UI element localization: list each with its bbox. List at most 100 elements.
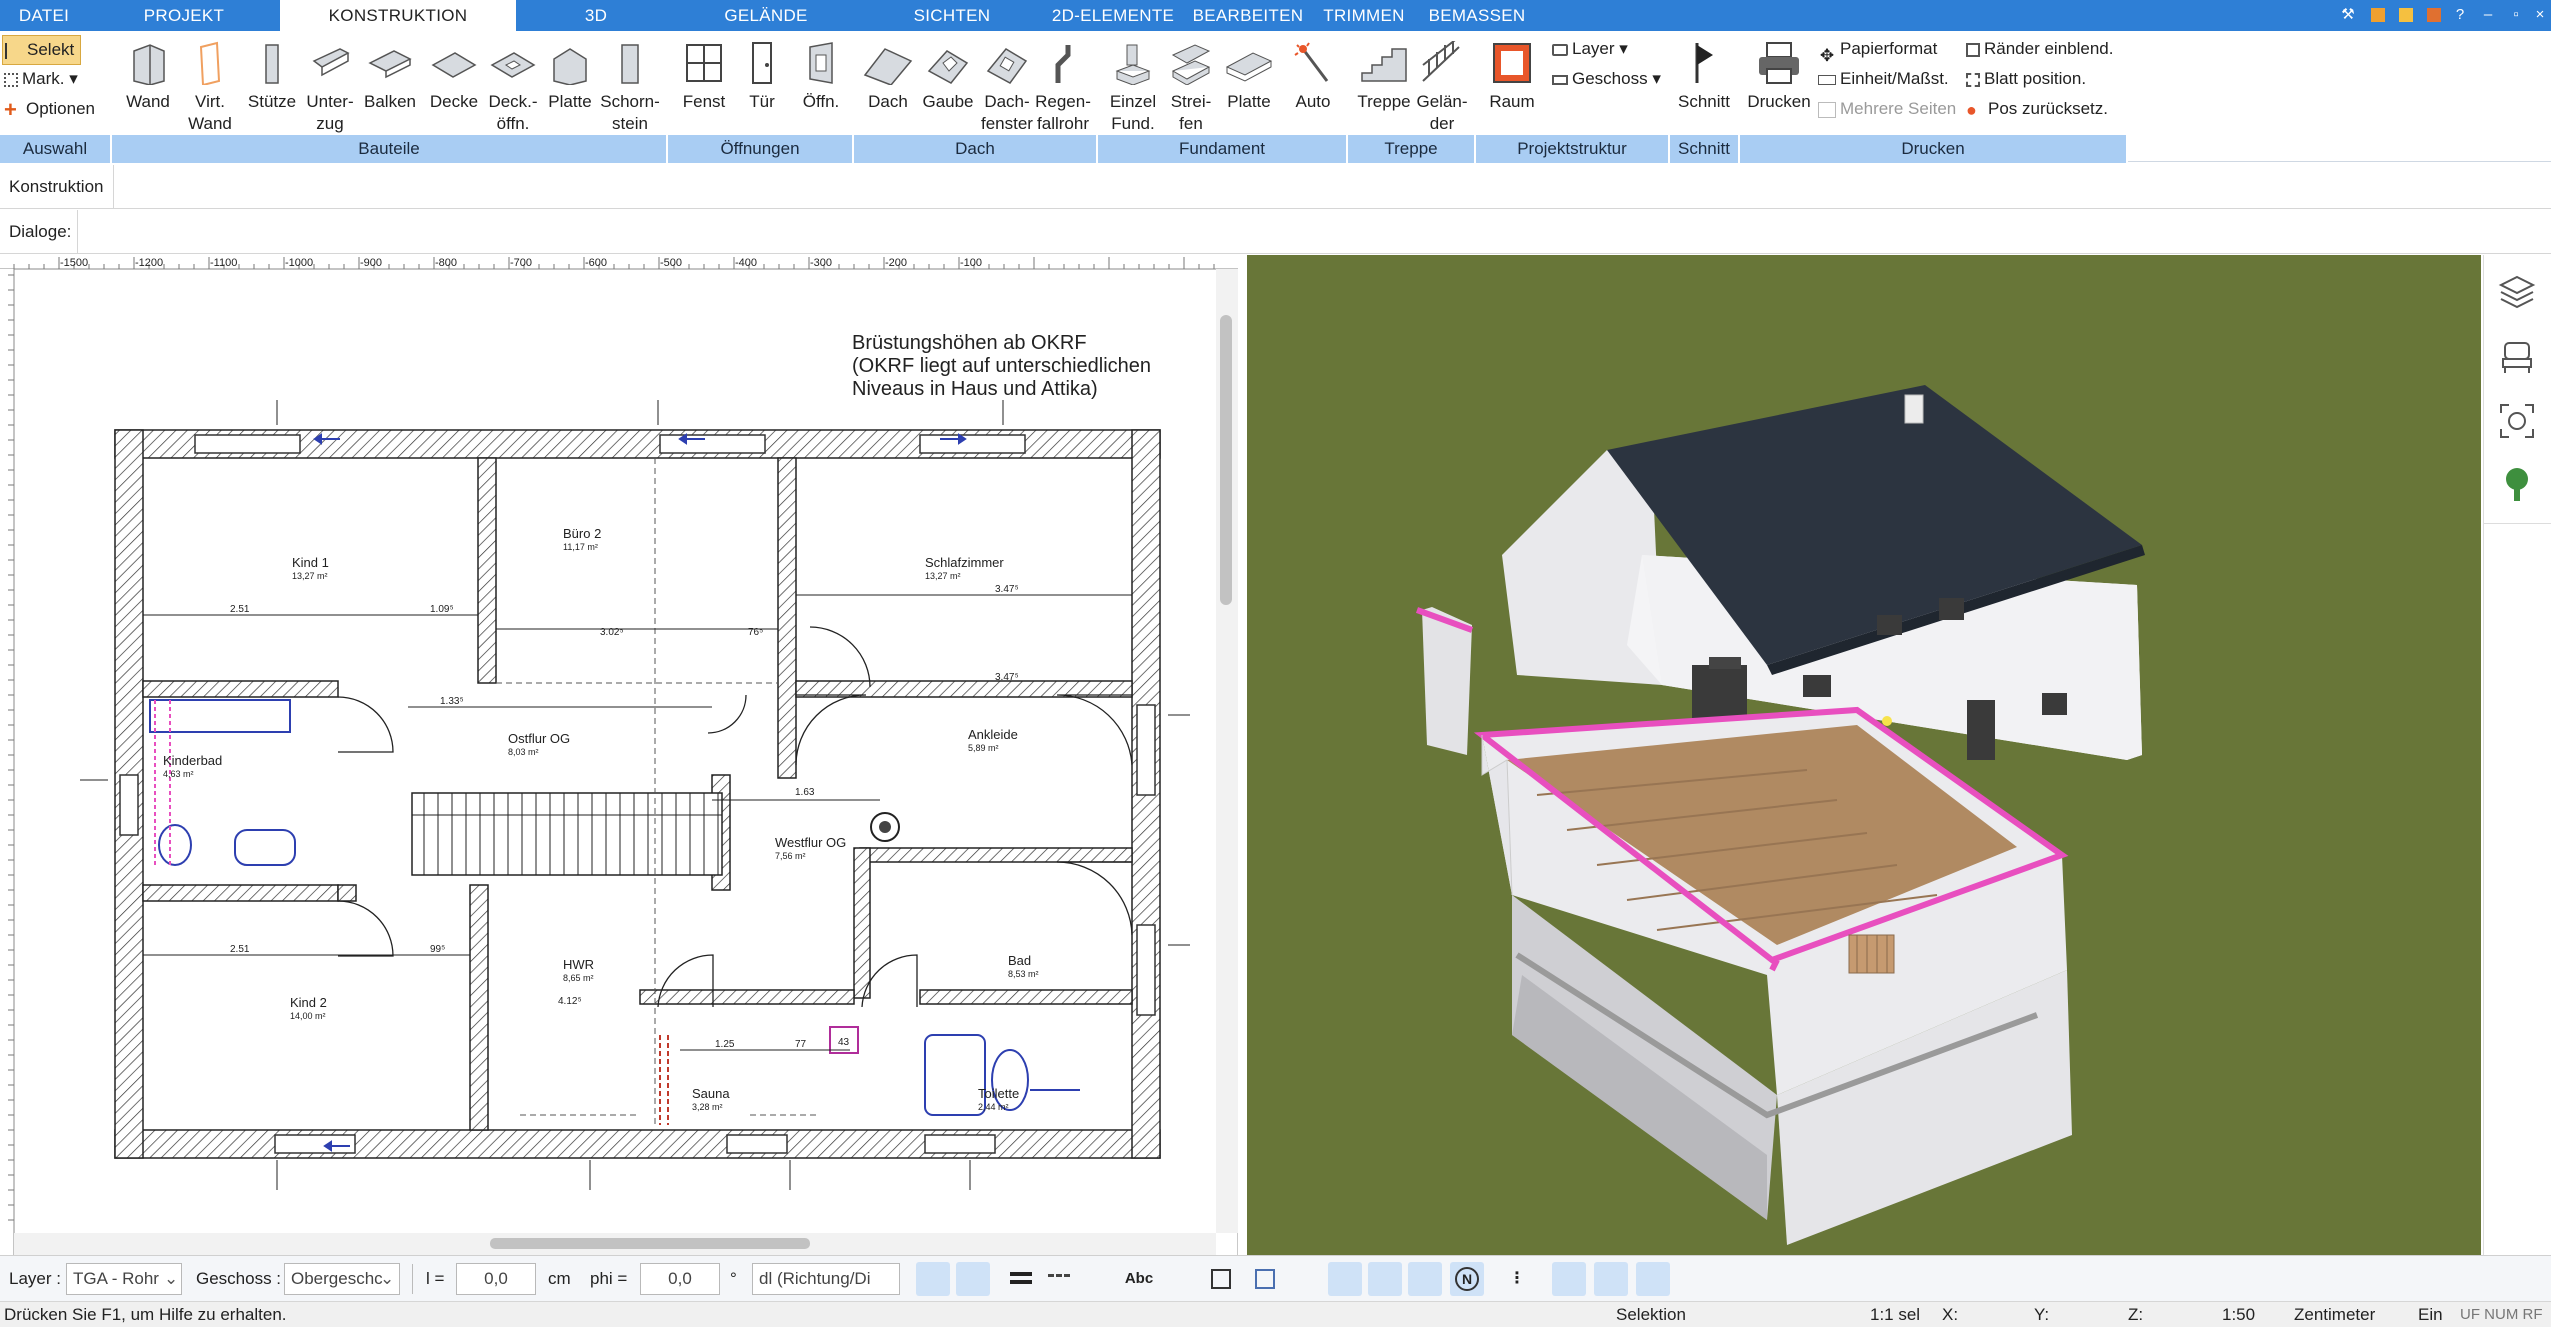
streifenfundament-button[interactable]: Strei-fen: [1164, 35, 1218, 135]
mehrere-seiten-button[interactable]: Mehrere Seiten: [1818, 95, 1956, 123]
furniture-icon[interactable]: [2497, 337, 2537, 377]
tuer-button[interactable]: Tür: [736, 35, 788, 113]
tools-icon[interactable]: ⚒: [2336, 4, 2360, 26]
table-grid-icon[interactable]: [1878, 1262, 1912, 1296]
einzelfundament-button[interactable]: Einzel Fund.: [1104, 35, 1162, 135]
unterzug-button[interactable]: Unter-zug: [300, 35, 360, 135]
tab-sichten[interactable]: SICHTEN: [864, 0, 1040, 31]
tab-gelaende[interactable]: GELÄNDE: [676, 0, 856, 31]
north-icon[interactable]: N: [1450, 1262, 1484, 1296]
view-corner-icon[interactable]: [1756, 1262, 1790, 1296]
railing-icon: [1422, 41, 1460, 82]
restore-icon[interactable]: ▫: [2504, 4, 2528, 26]
view-grid-icon[interactable]: [1636, 1262, 1670, 1296]
horizontal-scroll-thumb[interactable]: [490, 1238, 810, 1249]
papierformat-button[interactable]: ✥ Papierformat: [1818, 35, 1937, 65]
deckoeffnung-button[interactable]: Deck.- öffn.: [484, 35, 542, 135]
measure-icon[interactable]: [1838, 1262, 1872, 1296]
dachfenster-button[interactable]: Dach-fenster: [976, 35, 1038, 135]
text-abc-icon[interactable]: Abc: [1122, 1262, 1156, 1296]
help-icon[interactable]: ?: [2448, 4, 2472, 26]
line-dashed-icon[interactable]: [1042, 1262, 1076, 1296]
tab-bearbeiten[interactable]: BEARBEITEN: [1186, 0, 1310, 31]
fill-icon[interactable]: [956, 1262, 990, 1296]
platte-button[interactable]: Platte: [540, 35, 600, 113]
tab-2d-elemente[interactable]: 2D-ELEMENTE: [1048, 0, 1178, 31]
dimension-icon[interactable]: [1166, 1262, 1200, 1296]
direction-select[interactable]: dl (Richtung/Di: [752, 1263, 900, 1295]
focus-icon[interactable]: [2497, 401, 2537, 441]
stuetze-button[interactable]: Stütze: [244, 35, 300, 113]
tab-3d[interactable]: 3D: [524, 0, 668, 31]
layer-button[interactable]: Layer ▾: [1552, 35, 1628, 63]
wall-outline-icon[interactable]: [1328, 1262, 1362, 1296]
gelaender-button[interactable]: Gelän-der: [1414, 35, 1470, 135]
vertical-scroll-thumb[interactable]: [1220, 315, 1232, 605]
tab-projekt[interactable]: PROJEKT: [96, 0, 272, 31]
schnitt-button[interactable]: Schnitt: [1670, 35, 1738, 113]
staircase[interactable]: [411, 792, 723, 876]
balken-button[interactable]: Balken: [360, 35, 420, 113]
tree-icon[interactable]: [2497, 465, 2537, 505]
tab-datei[interactable]: DATEI: [0, 0, 88, 31]
geschoss-button[interactable]: Geschoss ▾: [1552, 65, 1661, 93]
room-tag-icon[interactable]: [1080, 1262, 1114, 1296]
roof-outline-icon[interactable]: [1368, 1262, 1402, 1296]
svg-text:3.02⁵: 3.02⁵: [600, 627, 624, 638]
konstruktion-tab[interactable]: Konstruktion: [0, 165, 114, 209]
chevron-down-icon[interactable]: ⌄: [164, 1263, 178, 1295]
regenfallrohr-button[interactable]: Regen-fallrohr: [1032, 35, 1094, 135]
raum-button[interactable]: Raum: [1484, 35, 1540, 113]
selekt-button[interactable]: Selekt: [2, 35, 82, 65]
line-thick-icon[interactable]: [1004, 1262, 1038, 1296]
close-icon[interactable]: ×: [2528, 4, 2551, 26]
tab-trimmen[interactable]: TRIMMEN: [1318, 0, 1410, 31]
floorplan-hatch-icon[interactable]: [916, 1262, 950, 1296]
tab-konstruktion[interactable]: KONSTRUKTION: [280, 0, 516, 31]
mark-button[interactable]: Mark. ▾: [4, 65, 78, 93]
minimize-icon[interactable]: –: [2476, 4, 2500, 26]
angle-input[interactable]: 0,0: [640, 1263, 720, 1295]
view-page-icon[interactable]: [1594, 1262, 1628, 1296]
3d-view[interactable]: [1247, 255, 2481, 1255]
magic-select-icon[interactable]: [1962, 1262, 1996, 1296]
fundamentplatte-button[interactable]: Platte: [1220, 35, 1278, 113]
layers-icon[interactable]: [2497, 273, 2537, 313]
select-area-icon[interactable]: [1248, 1262, 1282, 1296]
oeffnung-button[interactable]: Öffn.: [792, 35, 850, 113]
floor-plan-canvas[interactable]: -1500 -1200 -1100 -1000 -900 -800 -700 -…: [0, 255, 1238, 1255]
floor-plan-view[interactable]: -1500 -1200 -1100 -1000 -900 -800 -700 -…: [0, 255, 1238, 1255]
view-split-icon[interactable]: [1676, 1262, 1710, 1296]
dach-button[interactable]: Dach: [860, 35, 916, 113]
einheit-button[interactable]: Einheit/Maßst.: [1818, 65, 1949, 93]
cube-orange-icon[interactable]: [2366, 4, 2390, 26]
wand-button[interactable]: Wand: [118, 35, 178, 113]
transform-icon[interactable]: [1920, 1262, 1954, 1296]
gaube-button[interactable]: Gaube: [920, 35, 976, 113]
optionen-button[interactable]: + Optionen: [4, 95, 95, 123]
slab-outline-icon[interactable]: [1408, 1262, 1442, 1296]
svg-text:2.51: 2.51: [230, 944, 250, 955]
blatt-position-button[interactable]: Blatt position.: [1966, 65, 2086, 93]
layers-color-icon[interactable]: [1284, 1262, 1318, 1296]
tab-bemassen[interactable]: BEMASSEN: [1418, 0, 1536, 31]
frame-icon[interactable]: [1204, 1262, 1238, 1296]
schornstein-button[interactable]: Schorn-stein: [598, 35, 662, 135]
treppe-button[interactable]: Treppe: [1354, 35, 1414, 113]
virt-wand-button[interactable]: Virt. Wand: [182, 35, 238, 135]
snap-icon[interactable]: [1798, 1262, 1832, 1296]
length-input[interactable]: 0,0: [456, 1263, 536, 1295]
view-2d-icon[interactable]: [1552, 1262, 1586, 1296]
chevron-down-icon[interactable]: ⌄: [380, 1263, 394, 1295]
pos-zuruecksetzen-button[interactable]: ● Pos zurücksetz.: [1966, 95, 2108, 123]
fenster-button[interactable]: Fenst: [676, 35, 732, 113]
decke-button[interactable]: Decke: [422, 35, 486, 113]
auto-button[interactable]: Auto: [1286, 35, 1340, 113]
more-vertical-icon[interactable]: ⋮: [1500, 1262, 1534, 1296]
view-image-icon[interactable]: [1716, 1262, 1750, 1296]
book-icon[interactable]: [2394, 4, 2418, 26]
3d-canvas[interactable]: [1247, 255, 2481, 1255]
raender-button[interactable]: Ränder einblend.: [1966, 35, 2113, 63]
drucken-button[interactable]: Drucken: [1744, 35, 1814, 113]
shop-icon[interactable]: [2422, 4, 2446, 26]
